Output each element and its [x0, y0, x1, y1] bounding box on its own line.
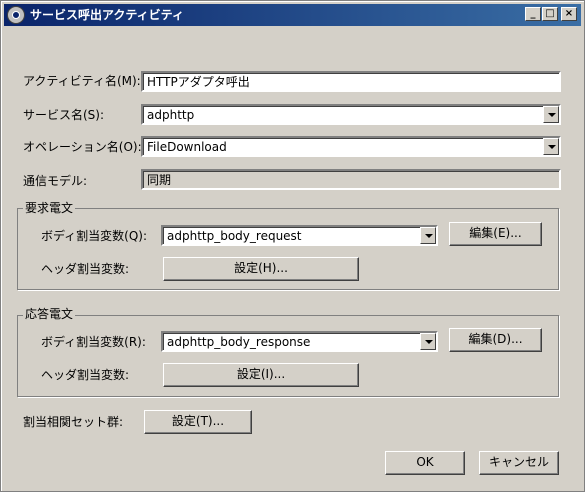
- request-group-title: 要求電文: [23, 200, 76, 216]
- response-group-title: 応答電文: [23, 306, 76, 322]
- service-name-select[interactable]: adphttp: [141, 104, 561, 125]
- correlation-label: 割当相関セット群:: [23, 415, 124, 429]
- request-header-label: ヘッダ割当変数:: [41, 262, 130, 276]
- close-button[interactable]: ×: [561, 7, 577, 21]
- activity-name-label: アクティビティ名(M):: [23, 74, 141, 88]
- request-header-button[interactable]: 設定(H)...: [163, 257, 359, 281]
- window-title: サービス呼出アクティビティ: [30, 8, 184, 22]
- operation-name-value: FileDownload: [147, 140, 227, 154]
- operation-name-select[interactable]: FileDownload: [141, 136, 561, 157]
- response-header-button[interactable]: 設定(I)...: [163, 363, 359, 387]
- dialog-window: サービス呼出アクティビティ _ □ × アクティビティ名(M): HTTPアダプ…: [0, 0, 585, 492]
- response-edit-button[interactable]: 編集(D)...: [449, 328, 542, 352]
- minimize-button[interactable]: _: [525, 7, 541, 21]
- response-body-value: adphttp_body_response: [167, 335, 311, 349]
- comm-model-label: 通信モデル:: [23, 174, 88, 188]
- correlation-button[interactable]: 設定(T)...: [144, 410, 252, 434]
- response-header-label: ヘッダ割当変数:: [41, 368, 130, 382]
- service-name-label: サービス名(S):: [23, 108, 105, 122]
- request-body-value: adphttp_body_request: [167, 229, 302, 243]
- cancel-button[interactable]: キャンセル: [479, 451, 559, 475]
- maximize-button[interactable]: □: [542, 7, 558, 21]
- request-edit-button[interactable]: 編集(E)...: [449, 222, 542, 246]
- title-bar[interactable]: サービス呼出アクティビティ _ □ ×: [4, 4, 581, 26]
- operation-name-label: オペレーション名(O):: [23, 140, 142, 154]
- chevron-down-icon[interactable]: [420, 333, 436, 350]
- service-name-value: adphttp: [147, 108, 195, 122]
- ok-button[interactable]: OK: [385, 451, 465, 475]
- response-body-label: ボディ割当変数(R):: [41, 335, 146, 349]
- request-body-select[interactable]: adphttp_body_request: [161, 225, 438, 246]
- gear-icon: [7, 6, 25, 24]
- activity-name-input[interactable]: HTTPアダプタ呼出: [141, 71, 561, 92]
- chevron-down-icon[interactable]: [543, 106, 559, 123]
- request-body-label: ボディ割当変数(Q):: [41, 229, 148, 243]
- comm-model-value: 同期: [147, 173, 172, 187]
- activity-name-value: HTTPアダプタ呼出: [147, 75, 250, 89]
- response-body-select[interactable]: adphttp_body_response: [161, 331, 438, 352]
- comm-model-field: 同期: [141, 169, 561, 190]
- chevron-down-icon[interactable]: [543, 138, 559, 155]
- chevron-down-icon[interactable]: [420, 227, 436, 244]
